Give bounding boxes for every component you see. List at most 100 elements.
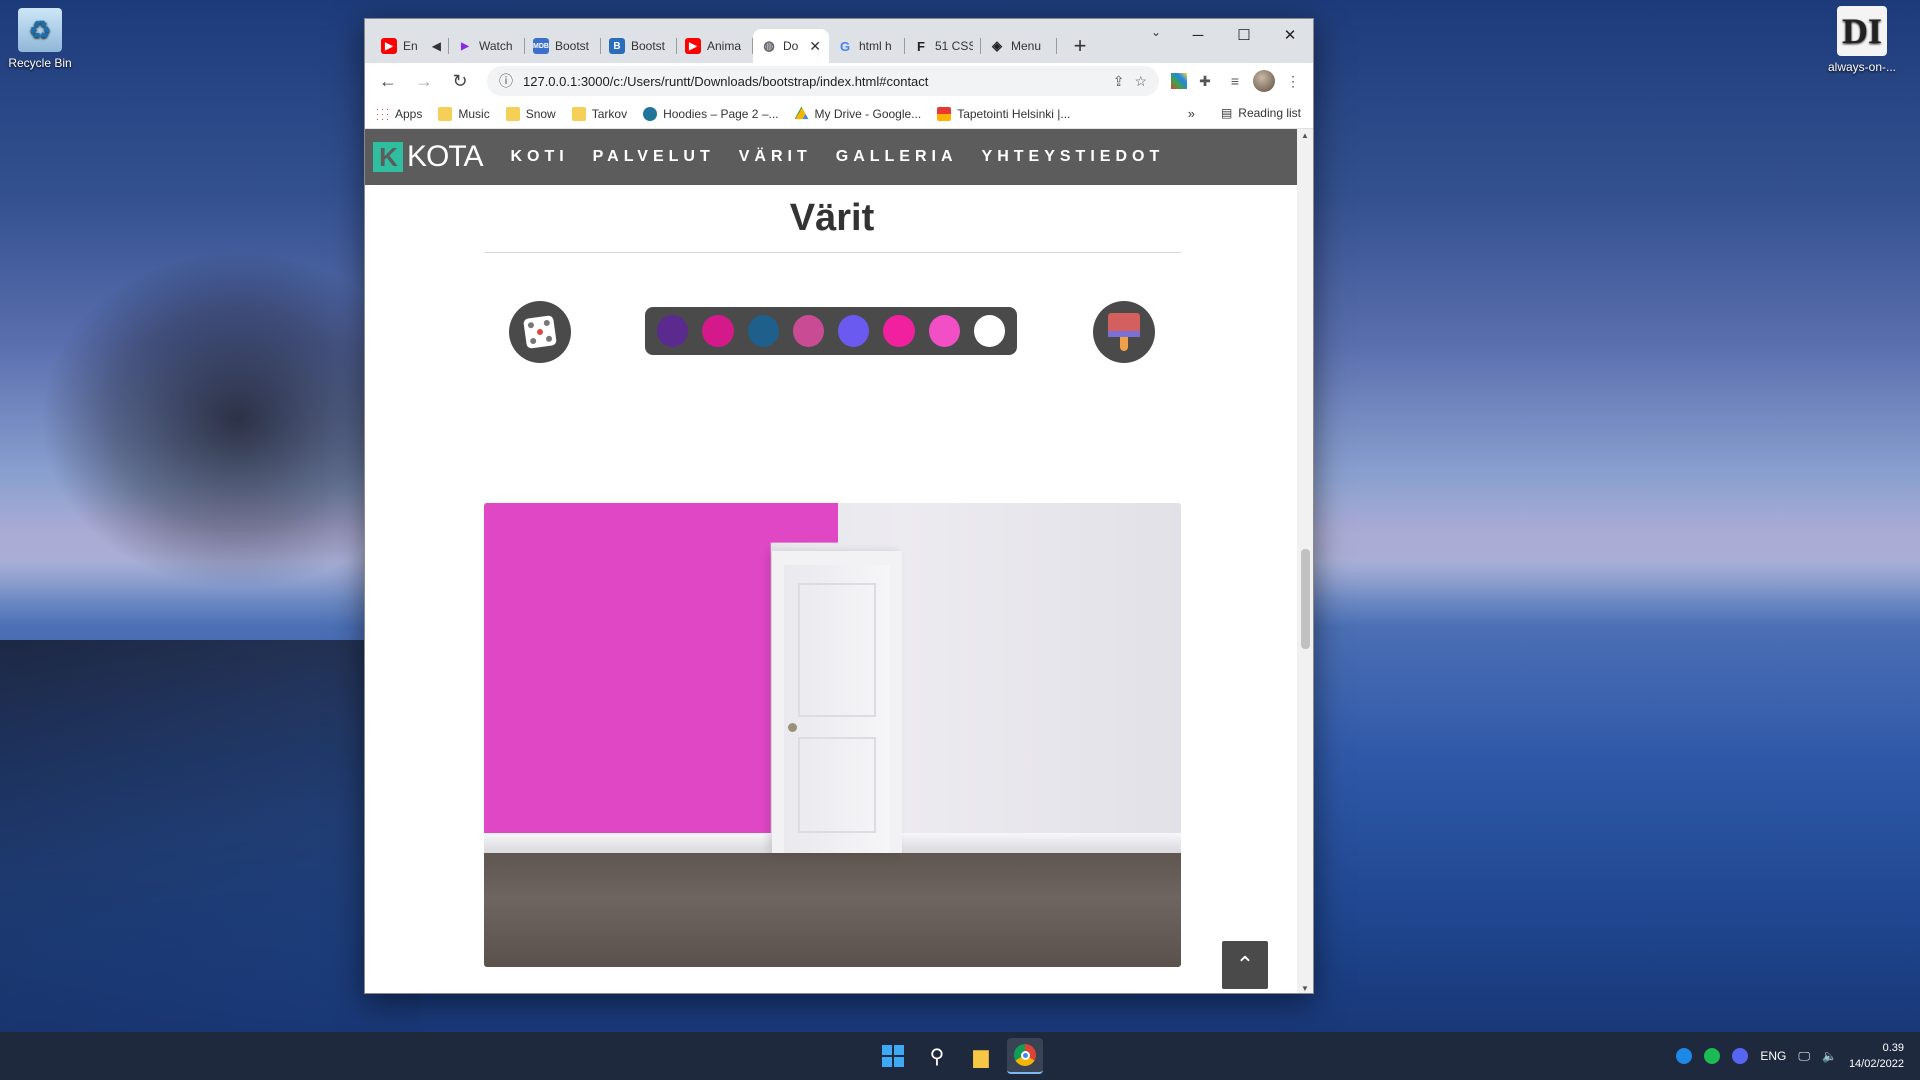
media-controls-icon[interactable]: ≡ — [1223, 69, 1247, 93]
language-indicator[interactable]: ENG — [1760, 1049, 1786, 1063]
door-knob — [788, 723, 797, 732]
chrome-icon[interactable] — [1007, 1038, 1043, 1074]
bookmarks-bar: Apps Music Snow Tarkov Hoodies – Page 2 … — [365, 99, 1313, 129]
volume-icon[interactable]: 🔈 — [1822, 1049, 1837, 1063]
tab[interactable]: F 51 CSS — [905, 29, 981, 63]
nav-link-varit[interactable]: VÄRIT — [739, 148, 812, 166]
page-scrollbar[interactable]: ▲ ▼ — [1297, 129, 1313, 993]
window-controls: ─ ☐ ✕ — [1175, 19, 1313, 51]
tab-strip: ▶ En ◀ ▶ Watch MDB Bootst B Bootst ▶ Anima ◍ Do… — [365, 19, 1313, 63]
wordpress-icon — [643, 106, 658, 121]
taskbar: ⚲ ▆ ENG 🖵 🔈 0.39 14/02/2022 — [0, 1032, 1920, 1080]
reading-list-button[interactable]: ▤ Reading list — [1221, 106, 1301, 120]
maximize-icon[interactable]: ☐ — [1221, 19, 1267, 51]
tab[interactable]: ▶ En ◀ — [373, 29, 449, 63]
color-swatch[interactable] — [702, 315, 734, 347]
clock-date: 14/02/2022 — [1848, 1058, 1904, 1070]
file-explorer-icon[interactable]: ▆ — [963, 1038, 999, 1074]
nav-link-koti[interactable]: KOTI — [510, 148, 568, 166]
search-icon[interactable]: ⚲ — [919, 1038, 955, 1074]
desktop-icon-label: Recycle Bin — [8, 56, 72, 70]
color-swatch[interactable] — [838, 315, 870, 347]
door-panel — [798, 583, 876, 717]
close-window-icon[interactable]: ✕ — [1267, 19, 1313, 51]
scroll-up-icon[interactable]: ▲ — [1301, 131, 1309, 140]
color-swatch[interactable] — [973, 315, 1005, 347]
paint-brush-icon — [1108, 313, 1140, 351]
tab[interactable]: ▶ Watch — [449, 29, 525, 63]
desktop-icon-always-on[interactable]: DI always-on-... — [1822, 6, 1902, 74]
network-icon[interactable]: 🖵 — [1798, 1049, 1810, 1064]
spotify-icon[interactable] — [1704, 1048, 1721, 1064]
room-floor — [484, 853, 1181, 967]
clock[interactable]: 0.39 14/02/2022 — [1849, 1040, 1904, 1072]
address-text[interactable]: 127.0.0.1:3000/c:/Users/runtt/Downloads/… — [523, 74, 1103, 89]
tab[interactable]: MDB Bootst — [525, 29, 601, 63]
scrollbar-thumb[interactable] — [1301, 549, 1310, 649]
bookmark-my-drive[interactable]: My Drive - Google... — [794, 106, 921, 121]
color-swatch[interactable] — [747, 315, 779, 347]
page-viewport: K KOTA KOTI PALVELUT VÄRIT GALLERIA YHTE… — [365, 129, 1299, 993]
site-logo[interactable]: K KOTA — [373, 140, 483, 174]
scroll-down-icon[interactable]: ▼ — [1301, 984, 1309, 993]
logo-mark: K — [373, 142, 403, 172]
tab[interactable]: Ghtml h — [829, 29, 905, 63]
color-swatch[interactable] — [883, 315, 915, 347]
extensions-puzzle-icon[interactable]: ✚ — [1193, 69, 1217, 93]
nav-link-galleria[interactable]: GALLERIA — [836, 148, 958, 166]
discord-icon[interactable] — [1732, 1048, 1749, 1064]
desktop-icon-label: always-on-... — [1827, 60, 1897, 74]
browser-toolbar: ← → ↻ ⓘ 127.0.0.1:3000/c:/Users/runtt/Do… — [365, 63, 1313, 99]
bookmark-snow[interactable]: Snow — [505, 106, 556, 121]
shoreline — [0, 640, 420, 1040]
folder-icon — [571, 106, 586, 121]
minimize-icon[interactable]: ─ — [1175, 19, 1221, 51]
reload-icon[interactable]: ↻ — [445, 66, 475, 96]
door-panel — [798, 737, 876, 833]
back-to-top-button[interactable]: ⌃ — [1222, 941, 1268, 989]
profile-avatar-icon[interactable] — [1253, 70, 1275, 92]
color-swatch[interactable] — [792, 315, 824, 347]
nav-link-yhteystiedot[interactable]: YHTEYSTIEDOT — [982, 148, 1165, 166]
tree-silhouette — [40, 250, 370, 590]
system-tray: ENG 🖵 🔈 0.39 14/02/2022 — [1676, 1032, 1904, 1080]
mdb-icon: MDB — [533, 38, 549, 54]
browser-window: ▶ En ◀ ▶ Watch MDB Bootst B Bootst ▶ Anima ◍ Do… — [364, 18, 1314, 994]
menu-kebab-icon[interactable]: ⋮ — [1281, 69, 1305, 93]
dice-icon — [523, 315, 557, 349]
random-color-button[interactable] — [509, 301, 571, 363]
desktop-icon-recycle-bin[interactable]: ♻ Recycle Bin — [0, 8, 80, 70]
bookmark-hoodies[interactable]: Hoodies – Page 2 –... — [643, 106, 779, 121]
recycle-bin-icon: ♻ — [18, 8, 62, 52]
more-bookmarks-icon[interactable]: » — [1188, 106, 1195, 121]
bookmark-music[interactable]: Music — [438, 106, 490, 121]
defender-icon[interactable] — [1676, 1048, 1693, 1064]
forward-icon[interactable]: → — [409, 66, 439, 96]
address-bar[interactable]: ⓘ 127.0.0.1:3000/c:/Users/runtt/Download… — [487, 66, 1159, 96]
folder-icon — [438, 106, 453, 121]
extension-colorpick-icon[interactable] — [1171, 73, 1187, 89]
bookmark-apps[interactable]: Apps — [375, 106, 422, 121]
tab-active[interactable]: ◍ Do ✕ — [753, 29, 829, 63]
tab[interactable]: B Bootst — [601, 29, 677, 63]
start-button[interactable] — [875, 1038, 911, 1074]
tab[interactable]: ▶ Anima — [677, 29, 753, 63]
taskbar-apps: ⚲ ▆ — [875, 1038, 1043, 1074]
windows-icon — [882, 1045, 904, 1067]
share-icon[interactable]: ⇪ — [1113, 73, 1125, 90]
bookmark-tapetointi[interactable]: Tapetointi Helsinki |... — [937, 106, 1070, 121]
back-icon[interactable]: ← — [373, 66, 403, 96]
bookmark-star-icon[interactable]: ☆ — [1134, 73, 1147, 90]
freefrontend-icon: F — [917, 38, 925, 54]
paint-button[interactable] — [1093, 301, 1155, 363]
tab[interactable]: ◈ Menu — [981, 29, 1057, 63]
new-tab-button[interactable]: + — [1063, 29, 1097, 63]
site-info-icon[interactable]: ⓘ — [499, 71, 513, 91]
close-tab-icon[interactable]: ✕ — [809, 38, 821, 55]
bookmark-tarkov[interactable]: Tarkov — [571, 106, 627, 121]
nav-link-palvelut[interactable]: PALVELUT — [593, 148, 715, 166]
mute-icon[interactable]: ◀ — [432, 39, 441, 53]
tab-search-icon[interactable]: ⌄ — [1151, 25, 1161, 39]
color-swatch[interactable] — [928, 315, 960, 347]
color-swatch[interactable] — [657, 315, 689, 347]
